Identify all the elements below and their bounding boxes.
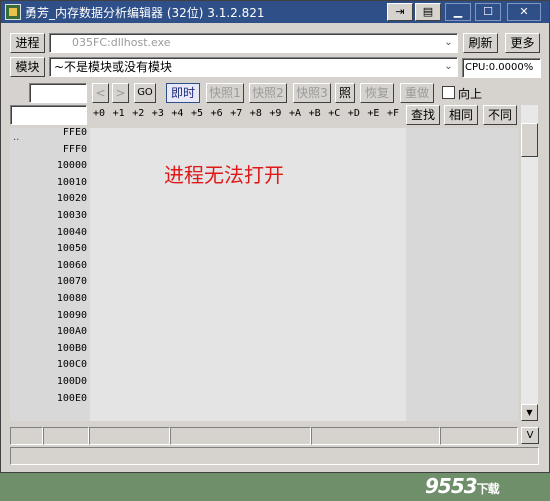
module-select-value: ~不是模块或没有模块 xyxy=(54,60,173,74)
address-input[interactable] xyxy=(29,83,87,103)
cpu-indicator: CPU:0.0000% xyxy=(462,58,541,78)
snapshot3-button[interactable]: 快照3 xyxy=(293,83,331,103)
back-button[interactable]: < xyxy=(92,83,109,103)
hex-column-label: +B xyxy=(308,108,321,119)
photo-button[interactable]: 照 xyxy=(335,83,355,103)
address-row: 10020 xyxy=(56,193,87,205)
hex-column-label: +3 xyxy=(151,108,164,119)
hex-column-label: +E xyxy=(367,108,380,119)
hex-column-label: +5 xyxy=(191,108,204,119)
status-cell-6 xyxy=(440,427,518,445)
hex-column-label: +D xyxy=(347,108,360,119)
more-button[interactable]: 更多 xyxy=(505,33,540,53)
snapshot2-button[interactable]: 快照2 xyxy=(249,83,287,103)
go-button[interactable]: GO xyxy=(134,83,156,103)
chevron-down-icon: ⌄ xyxy=(444,61,453,72)
hex-column-label: +7 xyxy=(230,108,243,119)
window-title: 勇芳_内存数据分析编辑器 (32位) 3.1.2.821 xyxy=(25,6,265,20)
immediate-button[interactable]: 即时 xyxy=(166,83,200,103)
search-input[interactable] xyxy=(10,105,87,125)
up-label: 向上 xyxy=(458,87,483,101)
forward-button[interactable]: > xyxy=(112,83,129,103)
address-row: 100E0 xyxy=(56,392,87,404)
hex-column-label: +1 xyxy=(112,108,125,119)
address-row: 10000 xyxy=(56,160,87,172)
hex-column-label: +0 xyxy=(93,108,106,119)
watermark-main: 9553 xyxy=(425,474,478,498)
title-bar[interactable]: 勇芳_内存数据分析编辑器 (32位) 3.1.2.821 ⇥ ▤ ▁ ☐ ✕ xyxy=(1,1,549,23)
refresh-button[interactable]: 刷新 xyxy=(463,33,498,53)
ascii-column xyxy=(406,128,518,421)
watermark-sub: 下载 xyxy=(476,482,500,496)
address-row: 100A0 xyxy=(56,326,87,338)
hex-column-label: +8 xyxy=(249,108,262,119)
same-button[interactable]: 相同 xyxy=(444,105,478,125)
hex-column-label: +9 xyxy=(269,108,282,119)
find-button[interactable]: 查找 xyxy=(406,105,440,125)
address-row: 10040 xyxy=(56,226,87,238)
redo-button[interactable]: 重做 xyxy=(400,83,434,103)
status-bar-bottom xyxy=(10,447,539,465)
address-row: 10010 xyxy=(56,176,87,188)
hex-column-label: +2 xyxy=(132,108,145,119)
address-row: FFF0 xyxy=(62,143,87,155)
address-row: 10030 xyxy=(56,210,87,221)
hex-column-label: +4 xyxy=(171,108,184,119)
hex-column-label: +6 xyxy=(210,108,223,119)
minimize-button[interactable]: ▁ xyxy=(445,3,471,21)
status-cell-2 xyxy=(43,427,89,445)
diff-button[interactable]: 不同 xyxy=(483,105,517,125)
address-row: 10050 xyxy=(56,243,87,255)
restore-button[interactable]: 恢复 xyxy=(360,83,394,103)
address-row: 100D0 xyxy=(56,376,87,387)
module-select[interactable]: ~不是模块或没有模块 ⌄ xyxy=(49,57,458,77)
status-cell-1 xyxy=(10,427,43,445)
status-cell-5 xyxy=(311,427,440,445)
error-message: 进程无法打开 xyxy=(164,163,284,187)
module-button[interactable]: 模块 xyxy=(10,57,45,77)
status-cell-3 xyxy=(89,427,170,445)
address-row: 10060 xyxy=(56,259,87,271)
hex-column-label: +A xyxy=(289,108,302,119)
process-select-value: 035FC:dllhost.exe xyxy=(72,36,171,49)
maximize-button[interactable]: ☐ xyxy=(475,3,501,21)
scrollbar-thumb[interactable] xyxy=(521,123,538,157)
address-row: 10090 xyxy=(56,309,87,321)
address-row: 100C0 xyxy=(56,359,87,371)
hex-column-label: +F xyxy=(387,108,400,119)
hex-column-label: +C xyxy=(328,108,341,119)
close-button[interactable]: ✕ xyxy=(507,3,541,21)
status-cell-4 xyxy=(170,427,311,445)
process-button[interactable]: 进程 xyxy=(10,33,45,53)
pin-button[interactable]: ⇥ xyxy=(387,3,413,21)
address-row: 10070 xyxy=(56,276,87,288)
menu-button[interactable]: ▤ xyxy=(415,3,441,21)
app-icon xyxy=(5,4,21,20)
watermark-logo: 9553下载 xyxy=(425,474,550,501)
address-row: 100B0 xyxy=(56,342,87,354)
address-row: 10080 xyxy=(56,293,87,304)
chevron-down-icon: ⌄ xyxy=(444,37,453,48)
up-checkbox[interactable] xyxy=(442,86,455,99)
status-toggle-button[interactable]: V xyxy=(521,427,539,444)
vertical-scrollbar[interactable]: ▼ xyxy=(521,105,538,421)
address-row: FFE0 xyxy=(62,127,87,138)
snapshot1-button[interactable]: 快照1 xyxy=(206,83,244,103)
scroll-down-button[interactable]: ▼ xyxy=(521,404,538,421)
process-select[interactable]: 035FC:dllhost.exe ⌄ xyxy=(49,33,458,53)
app-window: 勇芳_内存数据分析编辑器 (32位) 3.1.2.821 ⇥ ▤ ▁ ☐ ✕ 进… xyxy=(0,0,550,473)
